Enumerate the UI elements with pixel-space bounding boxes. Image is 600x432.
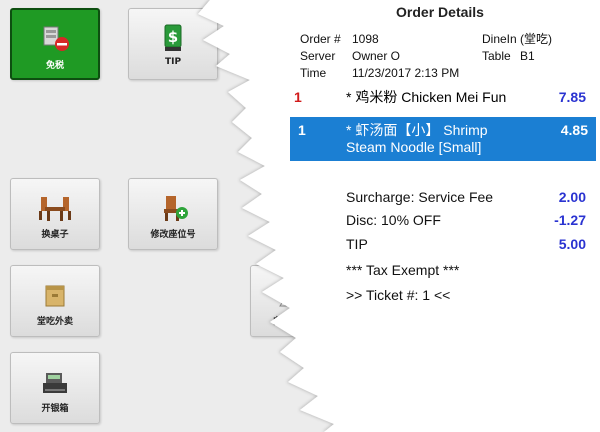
surcharge-label: Surcharge: Service Fee — [346, 189, 494, 205]
tip-line-label: TIP — [346, 236, 368, 252]
item-name: * 虾汤面【小】 Shrimp Steam Noodle [Small] — [346, 122, 488, 156]
time-label: Time — [300, 66, 327, 80]
ticket-number: >> Ticket #: 1 << — [346, 287, 451, 303]
order-time: 11/23/2017 2:13 PM — [352, 66, 460, 80]
tax-exempt-note: *** Tax Exempt *** — [346, 262, 460, 278]
order-number-label: Order # — [300, 32, 341, 46]
table-label: Table — [482, 49, 511, 63]
item-name: * 鸡米粉 Chicken Mei Fun — [346, 89, 507, 105]
order-item-row[interactable]: 1 * 鸡米粉 Chicken Mei Fun 7.85 — [280, 89, 600, 109]
server-label: Server — [300, 49, 336, 63]
order-item-row-selected[interactable]: 1 * 虾汤面【小】 Shrimp Steam Noodle [Small] 4… — [290, 117, 596, 161]
discount-label: Disc: 10% OFF — [346, 212, 441, 228]
order-type: DineIn (堂吃) — [482, 32, 553, 46]
order-details-panel: Order Details Order # 1098 DineIn (堂吃) S… — [280, 0, 600, 432]
discount-amount: -1.27 — [554, 212, 586, 228]
item-name-line-2: Steam Noodle [Small] — [346, 139, 482, 155]
order-number: 1098 — [352, 32, 379, 46]
item-qty: 1 — [294, 89, 302, 105]
surcharge-amount: 2.00 — [558, 189, 586, 205]
item-name-line-1: * 虾汤面【小】 Shrimp — [346, 122, 488, 138]
item-price: 4.85 — [560, 122, 588, 138]
item-qty: 1 — [298, 122, 306, 138]
order-details-title: Order Details — [396, 4, 484, 20]
tip-amount: 5.00 — [558, 236, 586, 252]
server-name: Owner O — [352, 49, 401, 63]
item-price: 7.85 — [558, 89, 586, 105]
table-number: B1 — [520, 49, 535, 63]
